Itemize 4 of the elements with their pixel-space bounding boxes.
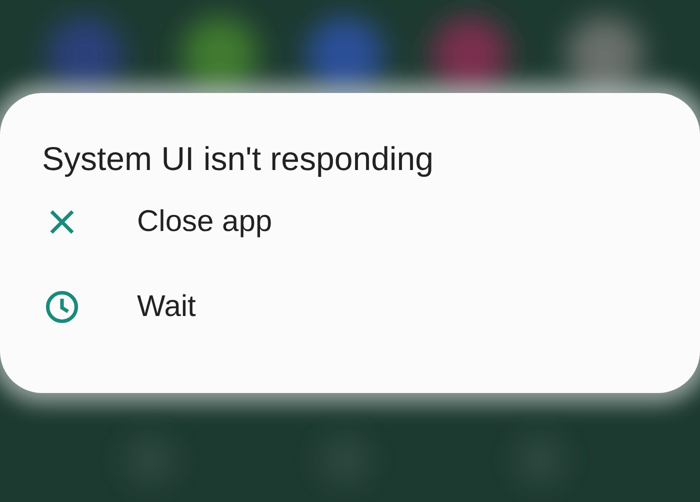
option-item[interactable]: Wait xyxy=(42,264,700,349)
clock-icon xyxy=(44,288,80,324)
option-item[interactable]: Close app xyxy=(42,179,700,264)
dialog-title: System UI isn't responding xyxy=(42,139,434,179)
